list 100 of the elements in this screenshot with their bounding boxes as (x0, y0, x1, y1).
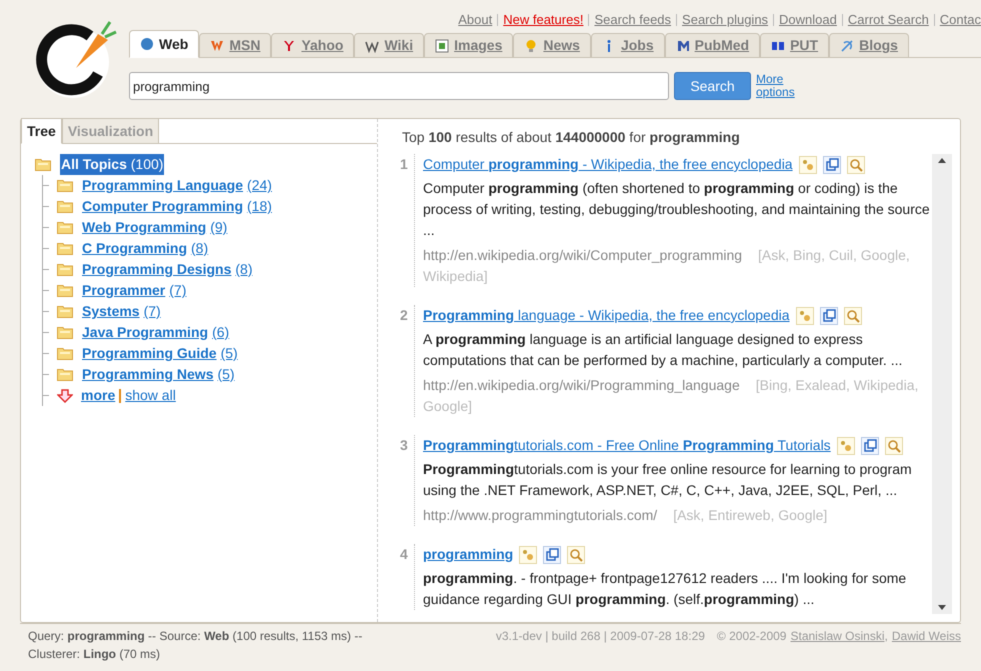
source-tab[interactable]: Wiki (354, 33, 424, 58)
topic-count[interactable]: (8) (191, 238, 208, 259)
version-info: v3.1-dev | build 268 | 2009-07-28 18:29 (496, 628, 705, 645)
new-window-icon[interactable] (822, 156, 841, 174)
result-snippet: Programmingtutorials.com is your free online resource for learning to program using the .NET Framework, ASP.NET, C#, C, C++, Java, J2EE, SQL, Perl, ... (423, 460, 913, 500)
source-tab[interactable]: Images (424, 33, 514, 58)
result-number: 1 (400, 155, 409, 174)
author-link[interactable]: Dawid Weiss (892, 627, 961, 645)
folder-icon (57, 368, 73, 381)
top-link[interactable]: Carrot Search (848, 10, 929, 30)
result-snippet: A programming language is an artificial language designed to express computations that can be performed by a machine, particularly a computer. ... (423, 330, 904, 370)
new-window-icon[interactable] (820, 306, 838, 324)
up-arrow-icon[interactable] (938, 158, 946, 163)
topic-link[interactable]: Web Programming (82, 217, 206, 238)
cluster-icon[interactable] (796, 306, 814, 324)
author-link[interactable]: Stanislaw Osinski (790, 627, 885, 645)
folder-icon (57, 284, 73, 297)
top-link[interactable]: About (458, 10, 492, 30)
result-number: 4 (400, 545, 409, 564)
folder-icon (57, 221, 73, 234)
source-tab[interactable]: Jobs (590, 33, 665, 58)
new-window-icon[interactable] (543, 546, 562, 564)
scrollbar[interactable] (932, 154, 952, 614)
folder-icon (57, 326, 73, 339)
copyright-text: © 2002-2009 (716, 628, 786, 645)
topic-count[interactable]: (7) (169, 280, 186, 301)
topic-count[interactable]: (9) (210, 217, 228, 238)
result-url: http://en.wikipedia.org/wiki/Computer_programming [Ask, Bing, Cuil, Google, Wikipedia] (423, 246, 911, 286)
top-link[interactable]: Download (779, 10, 837, 30)
search-button[interactable]: Search (674, 72, 751, 100)
topic-count[interactable]: (7) (144, 301, 161, 322)
result-snippet: programming. - frontpage+ frontpage127612 readers .... I'm looking for some guidance regarding GUI programming. (self.programming) ... (423, 569, 908, 609)
tree-root[interactable]: All Topics (100) (60, 154, 164, 175)
folder-icon (57, 305, 73, 318)
view-tab[interactable]: Tree (21, 118, 62, 144)
source-tab[interactable]: Yahoo (271, 33, 354, 58)
result-title-link[interactable]: Programmingtutorials.com - Free Online Programming Tutorials (423, 435, 831, 456)
separator: , (884, 628, 888, 645)
topic-count[interactable]: (18) (247, 196, 272, 217)
search-icon[interactable] (844, 306, 862, 324)
top-link[interactable]: New features! (503, 10, 584, 30)
globe-icon (140, 37, 154, 51)
search-icon[interactable] (567, 546, 586, 564)
query-info: Query: programming -- Source: Web (100 results, 1153 ms) -- (28, 628, 362, 645)
down-arrow-icon (57, 388, 73, 402)
result-url: http://en.wikipedia.org/wiki/Programming_language [Bing, Exalead, Wikipedia, Google] (423, 376, 920, 416)
result-number: 2 (400, 306, 409, 325)
letter-icon (282, 38, 296, 52)
result-snippet: Computer programming (often shortened to programming or coding) is the process of writing, testing, debugging/troubleshooting, and maintaining the source ... (423, 179, 931, 240)
source-tab[interactable]: MSN (199, 33, 272, 58)
letter-icon (676, 38, 690, 52)
topic-count[interactable]: (6) (212, 322, 230, 343)
source-tab[interactable]: PUT (760, 33, 830, 58)
show-all-link[interactable]: show all (125, 385, 176, 406)
topic-link[interactable]: Programming Guide (82, 343, 217, 364)
topic-link[interactable]: Programmer (82, 280, 166, 301)
letter-icon (365, 38, 380, 52)
source-tab[interactable]: Blogs (829, 33, 909, 58)
folder-icon (57, 347, 73, 360)
folder-icon (57, 179, 73, 192)
topic-count[interactable]: (8) (235, 259, 252, 280)
source-tab[interactable]: Web (129, 30, 200, 58)
bulb-icon (524, 38, 538, 52)
topic-link[interactable]: C Programming (82, 238, 188, 259)
topic-link[interactable]: Programming Designs (82, 259, 232, 280)
new-window-icon[interactable] (860, 436, 879, 454)
folder-icon (57, 200, 73, 213)
results-summary: Top 100 results of about 144000000 for programming (402, 128, 741, 147)
down-arrow-icon[interactable] (938, 605, 946, 610)
result-number: 3 (400, 436, 409, 455)
more-link[interactable]: more (81, 385, 116, 406)
top-link[interactable]: Contac (940, 10, 981, 30)
folder-icon (57, 242, 73, 255)
clusterer-info: Clusterer: Lingo (70 ms) (28, 646, 162, 663)
result-title-link[interactable]: Programming language - Wikipedia, the free encyclopedia (423, 305, 790, 326)
top-link[interactable]: Search feeds (594, 10, 672, 30)
result-url: http://www.programmingtutorials.com/ [Ask, Entireweb, Google] (423, 506, 828, 525)
cluster-icon[interactable] (798, 156, 817, 174)
topic-link[interactable]: Programming News (82, 364, 214, 385)
top-link[interactable]: Search plugins (682, 10, 768, 30)
folder-icon (35, 158, 51, 171)
topic-link[interactable]: Computer Programming (82, 196, 244, 217)
result-title-link[interactable]: programming (423, 544, 514, 565)
topic-count[interactable]: (5) (220, 343, 238, 364)
source-tab[interactable]: News (513, 33, 591, 58)
search-field[interactable]: programming (129, 72, 669, 100)
topic-link[interactable]: Systems (82, 301, 140, 322)
topic-link[interactable]: Programming Language (82, 175, 244, 196)
topic-count[interactable]: (24) (247, 175, 272, 196)
cluster-icon[interactable] (519, 546, 538, 564)
topic-count[interactable]: (5) (217, 364, 235, 385)
cluster-icon[interactable] (836, 436, 855, 454)
folder-icon (57, 263, 73, 276)
result-title-link[interactable]: Computer programming - Wikipedia, the free encyclopedia (423, 154, 793, 175)
picture-icon (435, 38, 450, 52)
more-options-link[interactable]: More options (756, 73, 806, 99)
search-icon[interactable] (884, 436, 903, 454)
topic-link[interactable]: Java Programming (82, 322, 208, 343)
source-tab[interactable]: PubMed (664, 33, 760, 58)
search-icon[interactable] (846, 156, 865, 174)
